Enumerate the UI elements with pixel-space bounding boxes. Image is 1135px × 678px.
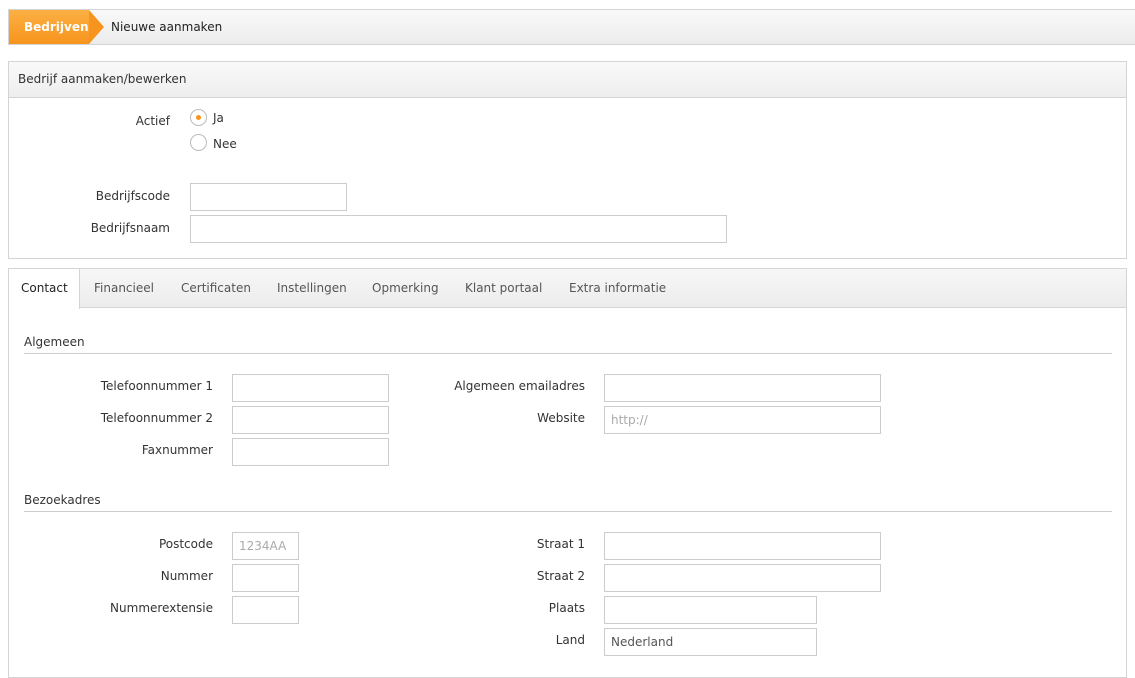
nummerextensie-label: Nummerextensie: [110, 601, 213, 615]
actief-ja-radio[interactable]: [190, 109, 207, 126]
website-input[interactable]: [604, 406, 881, 434]
email-label: Algemeen emailadres: [454, 379, 585, 393]
company-panel: Bedrijf aanmaken/bewerken Actief Ja Nee …: [8, 61, 1127, 259]
actief-nee-label: Nee: [213, 137, 237, 151]
tab-extra-informatie[interactable]: Extra informatie: [569, 269, 666, 308]
section-bezoekadres-title: Bezoekadres: [24, 493, 101, 507]
fax-label: Faxnummer: [141, 443, 213, 457]
section-divider: [24, 353, 1112, 354]
plaats-label: Plaats: [548, 601, 585, 615]
tab-contact[interactable]: Contact: [9, 269, 80, 309]
straat1-label: Straat 1: [536, 537, 585, 551]
actief-ja-label: Ja: [213, 111, 224, 125]
actief-label: Actief: [135, 114, 170, 128]
tab-instellingen[interactable]: Instellingen: [277, 269, 347, 308]
bedrijfscode-input[interactable]: [190, 183, 347, 211]
straat2-label: Straat 2: [536, 569, 585, 583]
straat2-input[interactable]: [604, 564, 881, 592]
details-panel: Contact Financieel Certificaten Instelli…: [8, 268, 1127, 678]
bedrijfsnaam-input[interactable]: [190, 215, 727, 243]
plaats-input[interactable]: [604, 596, 817, 624]
nummer-input[interactable]: [232, 564, 299, 592]
tab-opmerking[interactable]: Opmerking: [372, 269, 439, 308]
tab-bar: Contact Financieel Certificaten Instelli…: [9, 269, 1126, 309]
land-input[interactable]: [604, 628, 817, 656]
breadcrumb-arrow-icon: [89, 10, 104, 44]
email-input[interactable]: [604, 374, 881, 402]
company-panel-title: Bedrijf aanmaken/bewerken: [9, 62, 1126, 98]
telefoon2-label: Telefoonnummer 2: [100, 411, 213, 425]
nummerextensie-input[interactable]: [232, 596, 299, 624]
tab-financieel[interactable]: Financieel: [94, 269, 154, 308]
bedrijfsnaam-label: Bedrijfsnaam: [90, 221, 170, 235]
breadcrumb-bedrijven[interactable]: Bedrijven: [9, 10, 89, 44]
telefoon1-label: Telefoonnummer 1: [100, 379, 213, 393]
land-label: Land: [555, 633, 585, 647]
breadcrumb: Bedrijven Nieuwe aanmaken: [8, 9, 1135, 45]
telefoon2-input[interactable]: [232, 406, 389, 434]
telefoon1-input[interactable]: [232, 374, 389, 402]
section-algemeen-title: Algemeen: [24, 335, 85, 349]
website-label: Website: [537, 411, 585, 425]
fax-input[interactable]: [232, 438, 389, 466]
tab-certificaten[interactable]: Certificaten: [181, 269, 251, 308]
nummer-label: Nummer: [160, 569, 213, 583]
breadcrumb-current: Nieuwe aanmaken: [111, 20, 223, 34]
postcode-input[interactable]: [232, 532, 299, 560]
bedrijfscode-label: Bedrijfscode: [95, 189, 170, 203]
actief-nee-radio[interactable]: [190, 134, 207, 151]
postcode-label: Postcode: [158, 537, 213, 551]
tab-klant-portaal[interactable]: Klant portaal: [465, 269, 542, 308]
section-divider: [24, 511, 1112, 512]
straat1-input[interactable]: [604, 532, 881, 560]
